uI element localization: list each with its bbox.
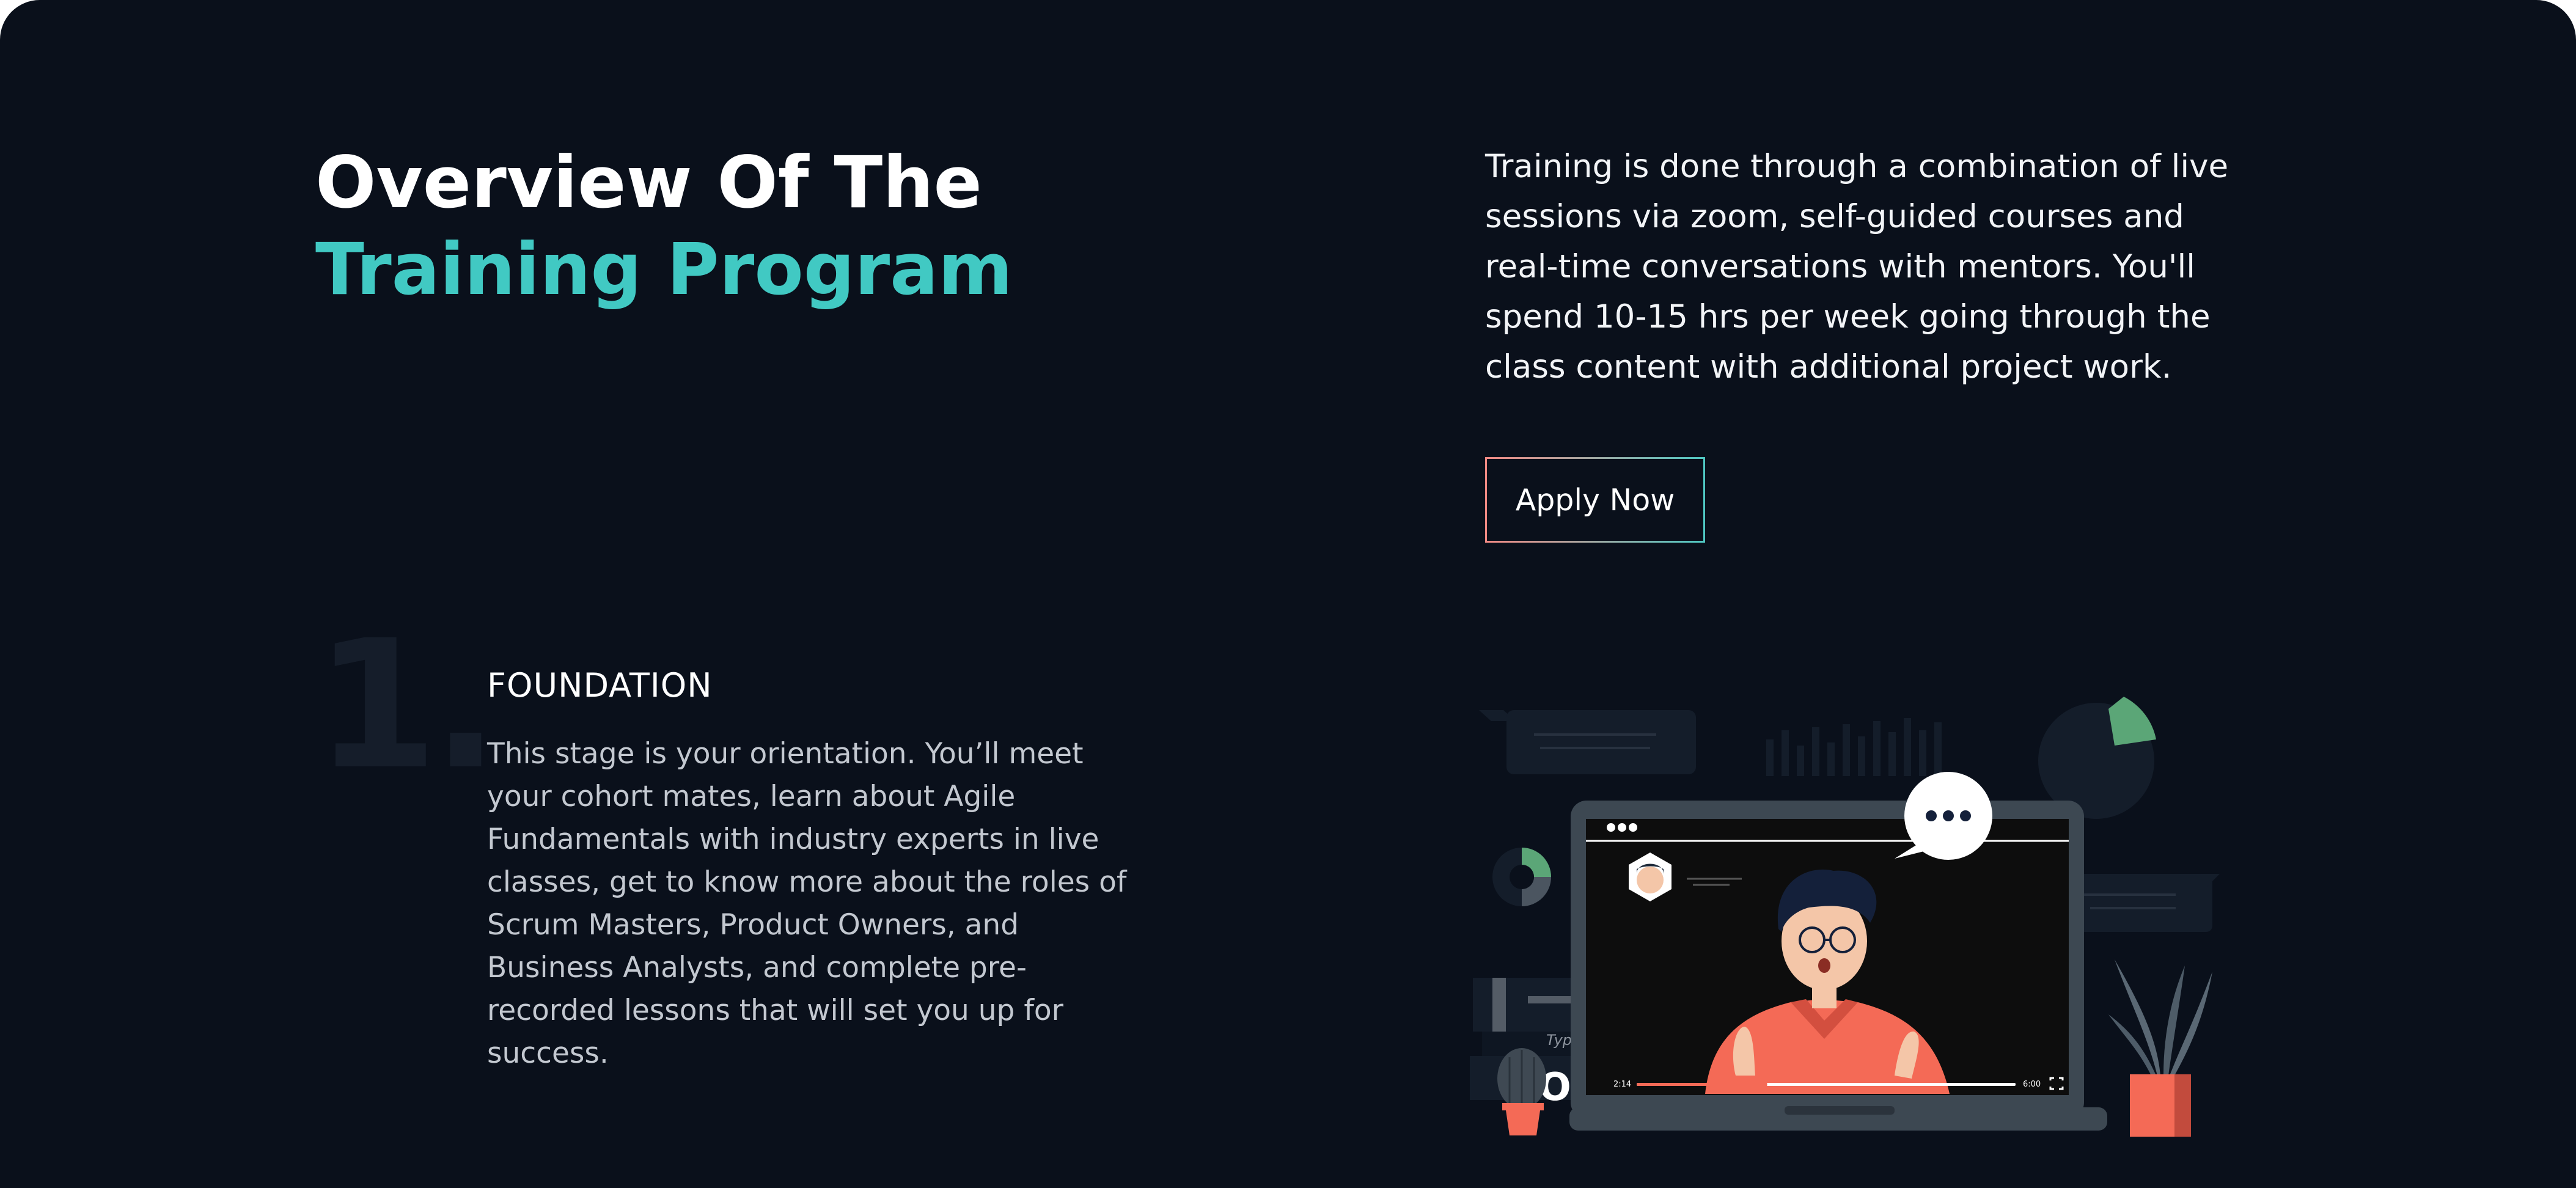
video-progress-fill [1637,1083,1762,1086]
online-training-illustration: Typo OLO [1470,697,2220,1137]
video-total-time: 6:00 [2023,1080,2041,1089]
overview-heading: Overview Of The Training Program [315,139,1013,313]
overview-description: Training is done through a combination o… [1485,148,2229,386]
apply-now-button[interactable]: Apply Now [1485,457,1705,543]
video-current-time: 2:14 [1613,1080,1631,1089]
cactus-plant [1497,1048,1546,1135]
donut-chart-icon [1492,848,1551,906]
stage-description: This stage is your orientation. You’ll m… [487,737,1127,1070]
potted-plant [2108,959,2212,1137]
heading-line-1: Overview Of The [315,141,982,224]
chat-bubble-left-icon [1479,710,1696,774]
page-canvas: Overview Of The Training Program Trainin… [0,0,2576,1188]
stage-title: FOUNDATION [487,666,713,705]
bar-chart-icon [1766,718,1942,776]
heading-line-2-accent: Training Program [315,227,1013,311]
video-progress-knob [1756,1079,1767,1090]
stage-number: 1. [315,603,499,809]
